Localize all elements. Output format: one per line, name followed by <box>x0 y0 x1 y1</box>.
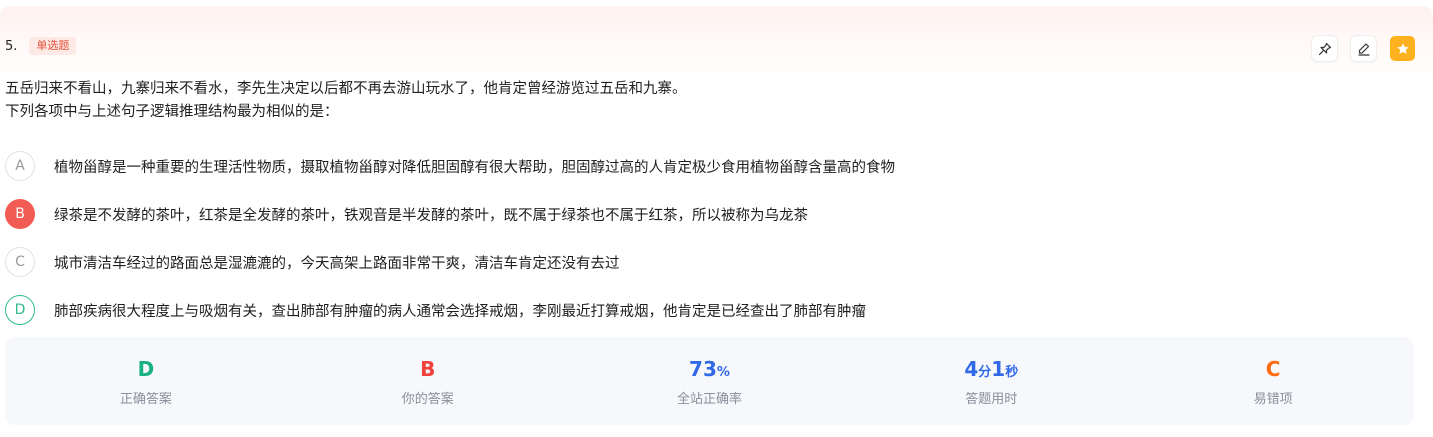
option-text: 城市清洁车经过的路面总是湿漉漉的，今天高架上路面非常干爽，清洁车肯定还没有去过 <box>54 255 620 272</box>
time-label: 答题用时 <box>965 391 1018 407</box>
easy-wrong-value: C <box>1265 356 1281 381</box>
stat-your-answer: B 你的答案 <box>287 337 569 425</box>
stat-time: 4分1秒 答题用时 <box>850 337 1132 425</box>
correct-answer-value: D <box>137 356 155 381</box>
stem-line: 下列各项中与上述句子逻辑推理结构最为相似的是： <box>5 104 339 120</box>
pin-button[interactable] <box>1312 36 1337 61</box>
time-minutes: 4 <box>964 356 979 381</box>
your-answer-label: 你的答案 <box>401 391 454 407</box>
stat-correct-answer: D 正确答案 <box>5 337 287 425</box>
time-minutes-unit: 分 <box>978 364 992 380</box>
option-letter: C <box>5 247 35 277</box>
option-letter: A <box>5 151 35 181</box>
time-value-group: 4分1秒 <box>964 356 1018 382</box>
accuracy-label: 全站正确率 <box>676 391 742 407</box>
question-type-badge: 单选题 <box>29 37 77 55</box>
question-number: 5. <box>5 38 18 54</box>
pin-icon <box>1318 42 1331 55</box>
accuracy-value-group: 73% <box>689 356 730 382</box>
question-header: 5. 单选题 <box>5 35 77 57</box>
option-text: 肺部疾病很大程度上与吸烟有关，查出肺部有肿瘤的病人通常会选择戒烟，李刚最近打算戒… <box>54 303 866 320</box>
correct-answer-label: 正确答案 <box>119 391 172 407</box>
accuracy-unit: % <box>716 364 730 380</box>
option-text: 绿茶是不发酵的茶叶，红茶是全发酵的茶叶，铁观音是半发酵的茶叶，既不属于绿茶也不属… <box>54 207 808 224</box>
question-stem: 五岳归来不看山，九寨归来不看水，李先生决定以后都不再去游山玩水了，他肯定曾经游览… <box>5 78 687 124</box>
answer-stats-panel: D 正确答案 B 你的答案 73% 全站正确率 4分1秒 答题用时 C 易错项 <box>5 337 1414 425</box>
stem-line: 五岳归来不看山，九寨归来不看水，李先生决定以后都不再去游山玩水了，他肯定曾经游览… <box>5 81 687 97</box>
question-toolbar <box>1312 36 1415 61</box>
easy-wrong-label: 易错项 <box>1253 391 1293 407</box>
option-d[interactable]: D 肺部疾病很大程度上与吸烟有关，查出肺部有肿瘤的病人通常会选择戒烟，李刚最近打… <box>5 293 895 327</box>
your-answer-value: B <box>420 356 436 381</box>
time-seconds-unit: 秒 <box>1005 364 1019 380</box>
option-c[interactable]: C 城市清洁车经过的路面总是湿漉漉的，今天高架上路面非常干爽，清洁车肯定还没有去… <box>5 245 895 279</box>
stat-easy-wrong: C 易错项 <box>1132 337 1414 425</box>
option-letter: D <box>5 295 35 325</box>
pencil-icon <box>1357 42 1370 56</box>
option-letter: B <box>5 199 35 229</box>
favorite-button[interactable] <box>1390 36 1415 61</box>
accuracy-value: 73 <box>689 356 717 381</box>
stat-accuracy: 73% 全站正确率 <box>569 337 851 425</box>
star-icon <box>1396 42 1409 54</box>
option-a[interactable]: A 植物甾醇是一种重要的生理活性物质，摄取植物甾醇对降低胆固醇有很大帮助，胆固醇… <box>5 149 895 183</box>
option-text: 植物甾醇是一种重要的生理活性物质，摄取植物甾醇对降低胆固醇有很大帮助，胆固醇过高… <box>54 159 895 176</box>
options-list: A 植物甾醇是一种重要的生理活性物质，摄取植物甾醇对降低胆固醇有很大帮助，胆固醇… <box>5 149 895 341</box>
option-b[interactable]: B 绿茶是不发酵的茶叶，红茶是全发酵的茶叶，铁观音是半发酵的茶叶，既不属于绿茶也… <box>5 197 895 231</box>
edit-note-button[interactable] <box>1351 36 1376 61</box>
time-seconds: 1 <box>991 356 1006 381</box>
